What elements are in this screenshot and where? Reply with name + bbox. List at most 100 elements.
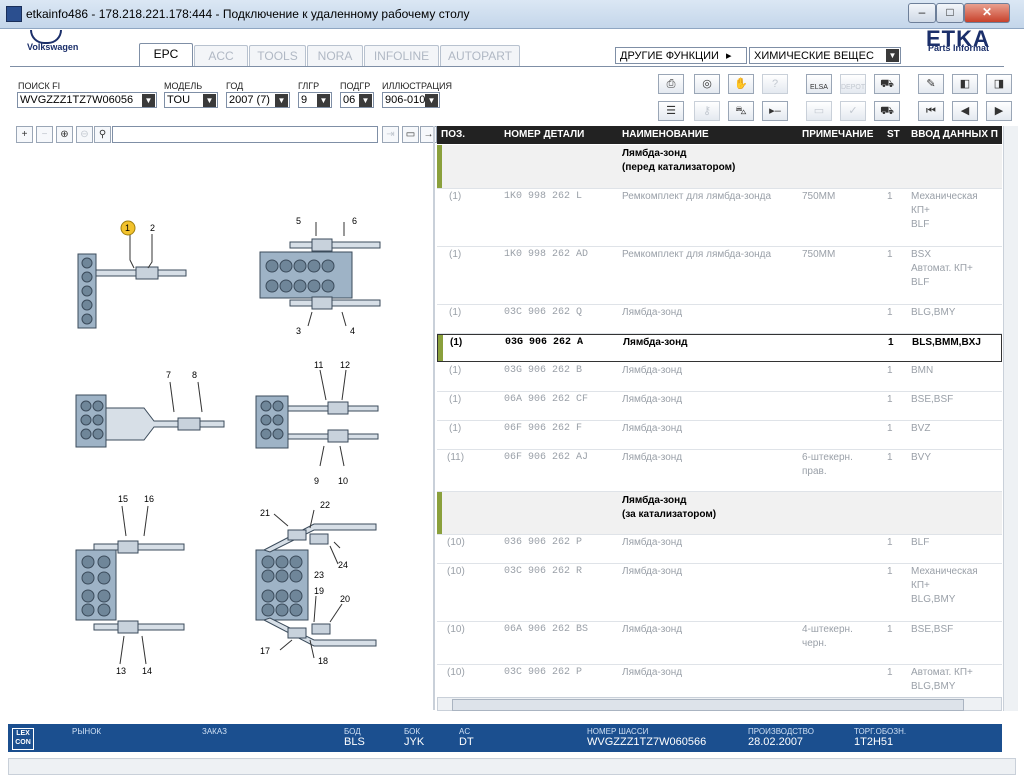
model-select[interactable]: TOU ▼	[164, 92, 218, 108]
split-view-icon[interactable]: ⇥	[382, 126, 399, 143]
elsa-button[interactable]: ELSA	[806, 74, 832, 94]
maximize-button[interactable]: □	[936, 3, 964, 23]
table-row[interactable]: (1) 03G 906 262 B Лямбда-зонд 1 BMN	[437, 363, 1002, 392]
callout-23[interactable]: 23	[314, 570, 324, 580]
callout-10[interactable]: 10	[338, 476, 348, 486]
handshake-button[interactable]: ✋	[728, 74, 754, 94]
section-row[interactable]: Лямбда-зонд (за катализатором)	[437, 492, 1002, 535]
callout-1[interactable]: 1	[125, 223, 130, 233]
chevron-down-icon[interactable]: ▼	[203, 94, 216, 107]
callout-20[interactable]: 20	[340, 594, 350, 604]
zoom-reset-icon[interactable]: ⊖	[76, 126, 93, 143]
table-row[interactable]: (1) 03C 906 262 Q Лямбда-зонд 1 BLG,BMY	[437, 305, 1002, 334]
callout-9[interactable]: 9	[314, 476, 319, 486]
zoom-fit-icon[interactable]: ⊕	[56, 126, 73, 143]
layout-icon[interactable]: ▭	[402, 126, 419, 143]
tab-epc[interactable]: EPC	[139, 43, 193, 66]
pane-splitter[interactable]	[433, 126, 435, 710]
callout-18[interactable]: 18	[318, 656, 328, 666]
table-row[interactable]: (10) 036 906 262 P Лямбда-зонд 1 BLF	[437, 535, 1002, 564]
group-select[interactable]: 9 ▼	[298, 92, 332, 108]
table-row[interactable]: (10) 03C 906 262 P Лямбда-зонд 1 Автомат…	[437, 665, 1002, 695]
disc-button[interactable]: ◎	[694, 74, 720, 94]
pin-button[interactable]: ✎	[918, 74, 944, 94]
table-row[interactable]: (1) 06A 906 262 CF Лямбда-зонд 1 BSE,BSF	[437, 392, 1002, 421]
key-button[interactable]: ⚷	[694, 101, 720, 121]
callout-2[interactable]: 2	[150, 223, 155, 233]
compare-button[interactable]: ▭	[806, 101, 832, 121]
window-horizontal-scrollbar[interactable]	[8, 758, 1016, 775]
callout-6[interactable]: 6	[352, 216, 357, 226]
callout-21[interactable]: 21	[260, 508, 270, 518]
lexcon-logo[interactable]: LEX CON	[12, 728, 34, 750]
callout-12[interactable]: 12	[340, 360, 350, 370]
prev-page-button[interactable]: ◀	[952, 101, 978, 121]
callout-24[interactable]: 24	[338, 560, 348, 570]
tab-acc[interactable]: ACC	[194, 45, 248, 66]
cart-add-button[interactable]: ⛟	[874, 74, 900, 94]
col-data[interactable]: ВВОД ДАННЫХ П	[911, 129, 998, 140]
callout-19[interactable]: 19	[314, 586, 324, 596]
callout-16[interactable]: 16	[144, 494, 154, 504]
scrollbar-thumb[interactable]	[452, 699, 964, 711]
callout-22[interactable]: 22	[320, 500, 330, 510]
cart-check-button[interactable]: ✓	[840, 101, 866, 121]
car-button[interactable]: ⛍	[728, 101, 754, 121]
callout-4[interactable]: 4	[350, 326, 355, 336]
col-part-number[interactable]: НОМЕР ДЕТАЛИ	[504, 129, 584, 140]
zoom-out-icon[interactable]: −	[36, 126, 53, 143]
zoom-in-icon[interactable]: +	[16, 126, 33, 143]
first-page-button[interactable]: ⏮	[918, 101, 944, 121]
next-page-button[interactable]: ▶	[986, 101, 1012, 121]
chevron-down-icon[interactable]: ▼	[359, 94, 372, 107]
other-functions-button[interactable]: ДРУГИЕ ФУНКЦИИ ▸	[615, 47, 747, 64]
callout-13[interactable]: 13	[116, 666, 126, 676]
callout-15[interactable]: 15	[118, 494, 128, 504]
table-vertical-scrollbar[interactable]	[1003, 126, 1018, 711]
chevron-down-icon[interactable]: ▼	[142, 94, 155, 107]
table-row[interactable]: (11) 06F 906 262 AJ Лямбда-зонд 6-штекер…	[437, 450, 1002, 492]
callout-5[interactable]: 5	[296, 216, 301, 226]
table-row-selected[interactable]: (1) 03G 906 262 A Лямбда-зонд 1 BLS,BMM,…	[437, 334, 1002, 362]
table-row[interactable]: (1) 1K0 998 262 L Ремкомплект для лямбда…	[437, 189, 1002, 247]
illustration-select[interactable]: 906-010 ▼	[382, 92, 440, 108]
callout-17[interactable]: 17	[260, 646, 270, 656]
tab-autopart[interactable]: AUTOPART	[440, 45, 520, 66]
year-select[interactable]: 2007 (7) ▼	[226, 92, 290, 108]
minimize-button[interactable]: –	[908, 3, 936, 23]
col-note[interactable]: ПРИМЕЧАНИЕ	[802, 129, 873, 140]
cart-button[interactable]: ⛟	[874, 101, 900, 121]
col-pos[interactable]: ПОЗ.	[441, 129, 465, 140]
help-button[interactable]: ?	[762, 74, 788, 94]
table-row[interactable]: (1) 1K0 998 262 AD Ремкомплект для лямбд…	[437, 247, 1002, 305]
close-button[interactable]: ✕	[964, 3, 1010, 23]
tab-nora[interactable]: NORA	[307, 45, 363, 66]
search-icon[interactable]: ⚲	[94, 126, 111, 143]
col-st[interactable]: ST	[887, 129, 900, 140]
page-right-button[interactable]: ◨	[986, 74, 1012, 94]
table-row[interactable]: (10) 06A 906 262 BS Лямбда-зонд 4-штекер…	[437, 622, 1002, 665]
chevron-down-icon[interactable]: ▼	[425, 94, 438, 107]
callout-8[interactable]: 8	[192, 370, 197, 380]
table-row[interactable]: (10) 03C 906 262 R Лямбда-зонд 1 Механич…	[437, 564, 1002, 622]
callout-7[interactable]: 7	[166, 370, 171, 380]
tab-tools[interactable]: TOOLS	[249, 45, 306, 66]
callout-14[interactable]: 14	[142, 666, 152, 676]
chevron-down-icon[interactable]: ▼	[317, 94, 330, 107]
picture-search-input[interactable]	[112, 126, 378, 143]
table-row[interactable]: (1) 06F 906 262 F Лямбда-зонд 1 BVZ	[437, 421, 1002, 450]
table-horizontal-scrollbar[interactable]	[437, 697, 1002, 711]
callout-3[interactable]: 3	[296, 326, 301, 336]
page-left-button[interactable]: ◧	[952, 74, 978, 94]
section-row[interactable]: Лямбда-зонд (перед катализатором)	[437, 145, 1002, 189]
play-minus-button[interactable]: ▸–	[762, 101, 788, 121]
subgroup-select[interactable]: 06 ▼	[340, 92, 374, 108]
col-name[interactable]: НАИМЕНОВАНИЕ	[622, 129, 709, 140]
callout-11[interactable]: 11	[314, 360, 323, 370]
tab-infoline[interactable]: INFOLINE	[364, 45, 439, 66]
chevron-down-icon[interactable]: ▼	[886, 49, 899, 62]
functions-select[interactable]: ХИМИЧЕСКИЕ ВЕЩЕС ▼	[749, 47, 901, 64]
chevron-down-icon[interactable]: ▼	[275, 94, 288, 107]
list-button[interactable]: ☰	[658, 101, 684, 121]
print-button[interactable]: ⎙	[658, 74, 684, 94]
